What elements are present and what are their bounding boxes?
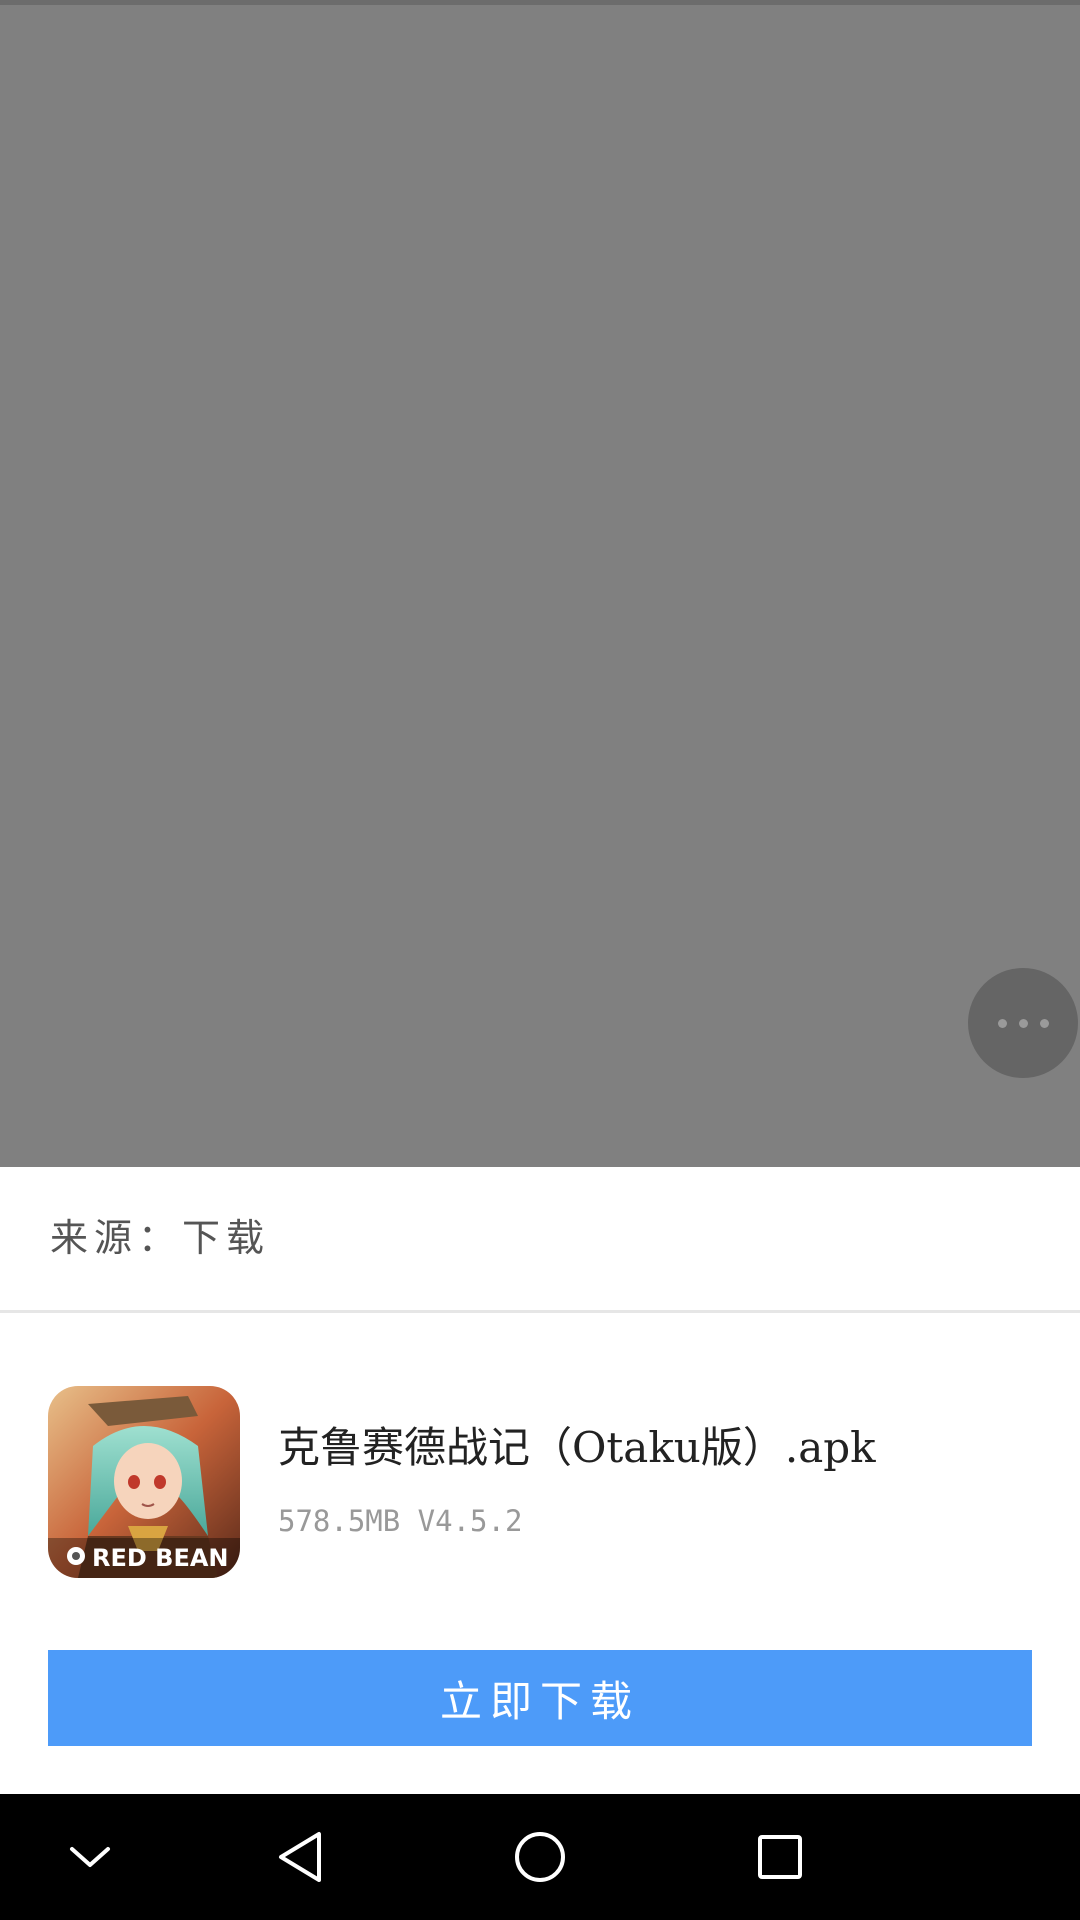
screen: 来源：下载 RED BEAN 克鲁赛德战记（Otaku版）.apk 578.5M… bbox=[0, 0, 1080, 1920]
app-icon: RED BEAN bbox=[48, 1386, 240, 1578]
more-dots-icon bbox=[1018, 1018, 1028, 1028]
back-triangle-icon bbox=[279, 1832, 321, 1882]
divider bbox=[0, 1310, 1080, 1313]
source-label: 来源：下载 bbox=[50, 1216, 271, 1260]
app-name: 克鲁赛德战记（Otaku版）.apk bbox=[278, 1423, 876, 1472]
more-dots-icon bbox=[997, 1018, 1007, 1028]
app-size-version: 578.5MB V4.5.2 bbox=[278, 1504, 523, 1538]
nav-back-button[interactable] bbox=[260, 1794, 340, 1920]
download-now-button[interactable]: 立即下载 bbox=[48, 1650, 1032, 1746]
nav-recents-button[interactable] bbox=[740, 1794, 820, 1920]
chevron-down-icon bbox=[70, 1847, 110, 1867]
recents-square-icon bbox=[758, 1835, 802, 1879]
dim-overlay[interactable] bbox=[0, 5, 1080, 1167]
app-icon-badge: RED BEAN bbox=[92, 1544, 229, 1572]
more-options-button[interactable] bbox=[968, 968, 1078, 1078]
system-nav-bar bbox=[0, 1794, 1080, 1920]
home-circle-icon bbox=[515, 1832, 565, 1882]
nav-collapse-button[interactable] bbox=[50, 1794, 130, 1920]
download-sheet: 来源：下载 RED BEAN 克鲁赛德战记（Otaku版）.apk 578.5M… bbox=[0, 1167, 1080, 1794]
nav-home-button[interactable] bbox=[500, 1794, 580, 1920]
more-dots-icon bbox=[1039, 1018, 1049, 1028]
